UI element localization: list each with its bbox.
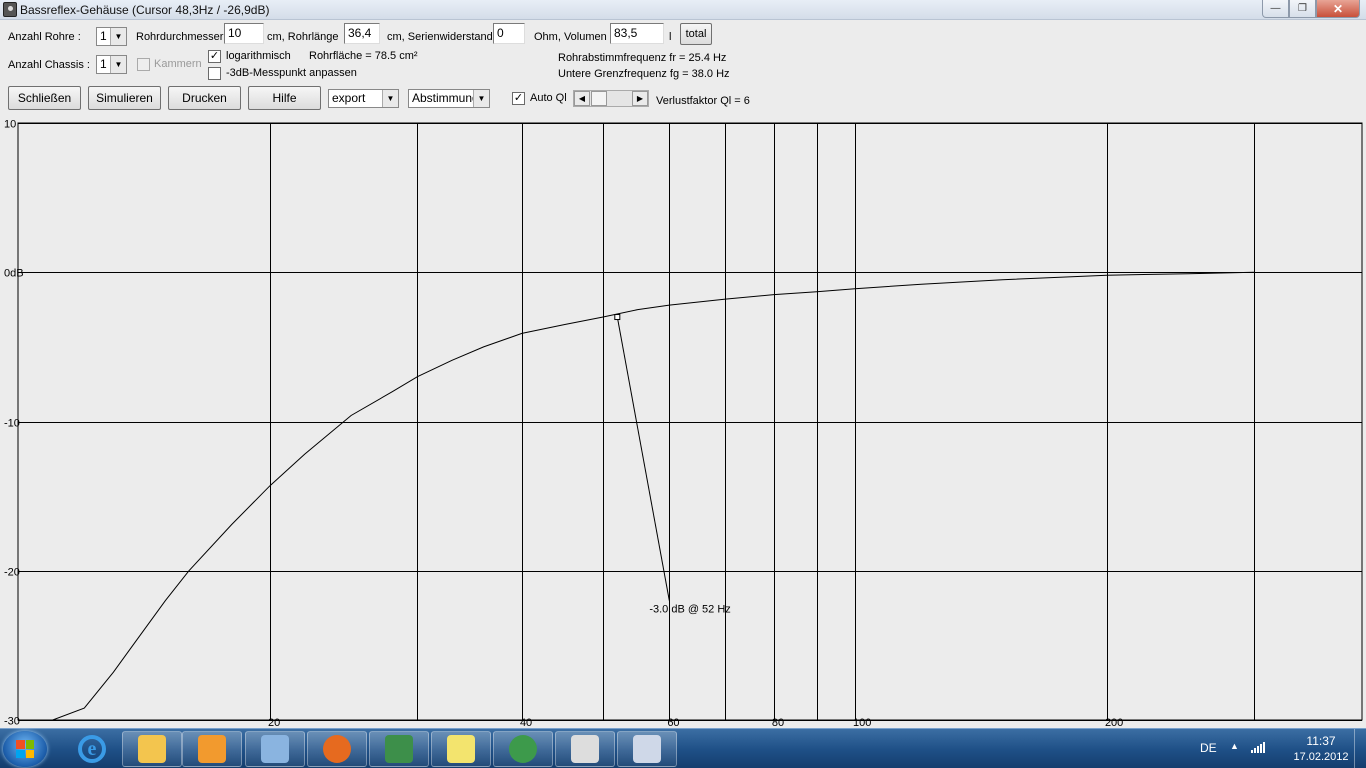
chrome-button[interactable] <box>493 731 553 767</box>
start-button[interactable] <box>3 731 47 767</box>
explorer-button[interactable] <box>122 731 182 767</box>
serienwiderstand-label: cm, Serienwiderstand <box>387 31 493 43</box>
ql-scrollbar[interactable]: ◀ ▶ <box>573 90 649 107</box>
sticky-notes-button[interactable] <box>431 731 491 767</box>
y-tick-label: -30 <box>4 716 20 728</box>
taskbar: e DE ▲ 11:37 17.02.2012 <box>0 728 1366 768</box>
tray-expand-icon[interactable]: ▲ <box>1230 741 1239 751</box>
speaker-app-icon <box>571 735 599 763</box>
x-tick-label: 40 <box>520 717 532 728</box>
y-tick-label: 10 <box>4 119 16 131</box>
y-tick-label: 0dB <box>4 268 24 280</box>
speaker-app-icon <box>3 2 17 17</box>
media-player-icon <box>198 735 226 763</box>
anzahl-rohre-label: Anzahl Rohre : <box>8 31 81 43</box>
sticky-notes-icon <box>447 735 475 763</box>
maximize-button[interactable]: ❐ <box>1289 0 1316 18</box>
x-tick-label: 200 <box>1105 717 1123 728</box>
grenzfrequenz-text: Untere Grenzfrequenz fg = 38.0 Hz <box>558 68 730 80</box>
logarithmisch-label: logarithmisch <box>226 50 291 62</box>
abstimmung-value: Abstimmung <box>412 91 479 105</box>
drucken-button[interactable]: Drucken <box>168 86 241 110</box>
chevron-down-icon: ▼ <box>382 90 398 107</box>
rohrdurchmesser-field[interactable]: 10 <box>224 23 264 44</box>
verlustfaktor-text: Verlustfaktor Ql = 6 <box>656 95 750 107</box>
export-select[interactable]: export ▼ <box>328 89 399 108</box>
scroll-left-icon[interactable]: ◀ <box>574 91 590 106</box>
cutoff-annotation: -3.0 dB @ 52 Hz <box>649 604 730 616</box>
minimize-button[interactable]: — <box>1262 0 1289 18</box>
paint-icon <box>633 735 661 763</box>
close-button[interactable]: ✕ <box>1316 0 1360 18</box>
hilfe-button[interactable]: Hilfe <box>248 86 321 110</box>
firefox-button[interactable] <box>307 731 367 767</box>
anzahl-rohre-select[interactable]: 1 ▼ <box>96 27 127 46</box>
cutoff-marker[interactable] <box>614 314 621 321</box>
internet-explorer-icon: e <box>78 735 106 763</box>
scroll-thumb[interactable] <box>591 91 607 106</box>
chrome-icon <box>509 735 537 763</box>
messpunkt-label: -3dB-Messpunkt anpassen <box>226 67 357 79</box>
language-indicator[interactable]: DE <box>1200 741 1217 755</box>
paint-button[interactable] <box>617 731 677 767</box>
anzahl-rohre-value: 1 <box>100 29 107 43</box>
plot-area[interactable] <box>17 122 1363 721</box>
control-panel-button[interactable] <box>245 731 305 767</box>
explorer-icon <box>138 735 166 763</box>
clock-date[interactable]: 17.02.2012 <box>1286 751 1356 763</box>
scroll-right-icon[interactable]: ▶ <box>632 91 648 106</box>
volumen-unit: l <box>669 31 672 43</box>
y-tick-label: -10 <box>4 418 20 430</box>
internet-explorer-button[interactable]: e <box>62 731 122 767</box>
task-manager-button[interactable] <box>369 731 429 767</box>
media-player-button[interactable] <box>182 731 242 767</box>
export-value: export <box>332 91 366 105</box>
rohrdurchmesser-label: Rohrdurchmesser <box>136 31 224 43</box>
rohrlaenge-label: cm, Rohrlänge <box>267 31 339 43</box>
rohrabstimmfrequenz-text: Rohrabstimmfrequenz fr = 25.4 Hz <box>558 52 727 64</box>
anzahl-chassis-select[interactable]: 1 ▼ <box>96 55 127 74</box>
rohrflaeche-text: Rohrfläche = 78.5 cm² <box>309 50 418 62</box>
task-manager-icon <box>385 735 413 763</box>
kammern-checkbox[interactable] <box>137 58 150 71</box>
abstimmung-select[interactable]: Abstimmung ▼ <box>408 89 490 108</box>
title-bar: Bassreflex-Gehäuse (Cursor 48,3Hz / -26,… <box>0 0 1366 20</box>
volumen-label: Ohm, Volumen <box>534 31 607 43</box>
x-tick-label: 80 <box>772 717 784 728</box>
auto-ql-label: Auto Ql <box>530 92 567 104</box>
chevron-down-icon: ▼ <box>473 90 489 107</box>
control-panel-icon <box>261 735 289 763</box>
chevron-down-icon: ▼ <box>110 28 126 45</box>
x-tick-label: 20 <box>268 717 280 728</box>
frequency-response-plot[interactable]: 10 0dB -10 -20 -30 20 40 60 80 100 200 -3.0 dB @ 52… <box>0 115 1366 731</box>
firefox-icon <box>323 735 351 763</box>
y-tick-label: -20 <box>4 567 20 579</box>
chevron-down-icon: ▼ <box>110 56 126 73</box>
auto-ql-checkbox[interactable]: ✓ <box>512 92 525 105</box>
simulieren-button[interactable]: Simulieren <box>88 86 161 110</box>
anzahl-chassis-value: 1 <box>100 57 107 71</box>
messpunkt-checkbox[interactable] <box>208 67 221 80</box>
x-tick-label: 60 <box>667 717 679 728</box>
clock-time[interactable]: 11:37 <box>1286 734 1356 748</box>
chart-svg[interactable]: 10 0dB -10 -20 -30 20 40 60 80 100 200 -3.0 dB @ 52… <box>0 115 1366 728</box>
x-tick-label: 100 <box>853 717 871 728</box>
volumen-field[interactable]: 83,5 <box>610 23 664 44</box>
total-button[interactable]: total <box>680 23 712 45</box>
anzahl-chassis-label: Anzahl Chassis : <box>8 59 90 71</box>
rohrlaenge-field[interactable]: 36,4 <box>344 23 380 44</box>
serienwiderstand-field[interactable]: 0 <box>493 23 525 44</box>
kammern-label: Kammern <box>154 58 202 70</box>
window-title: Bassreflex-Gehäuse (Cursor 48,3Hz / -26,… <box>20 3 270 17</box>
signal-icon[interactable] <box>1250 741 1266 753</box>
windows-logo-icon <box>16 740 34 758</box>
window-buttons: — ❐ ✕ <box>1262 0 1360 18</box>
schliessen-button[interactable]: Schließen <box>8 86 81 110</box>
speaker-app-button[interactable] <box>555 731 615 767</box>
logarithmisch-checkbox[interactable]: ✓ <box>208 50 221 63</box>
show-desktop-button[interactable] <box>1354 729 1366 768</box>
